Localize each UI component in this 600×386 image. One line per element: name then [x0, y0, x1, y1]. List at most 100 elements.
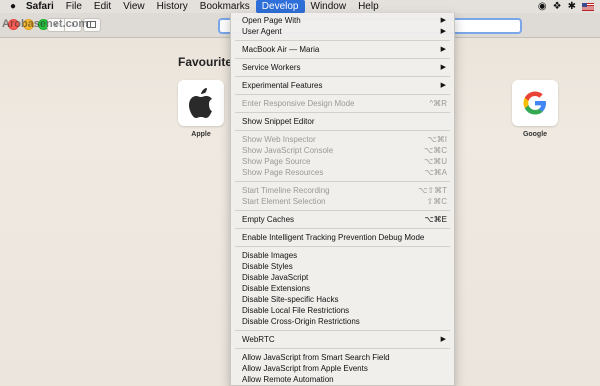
- menu-separator: [235, 130, 450, 131]
- menu-item-shortcut: ⌥⌘I: [427, 135, 447, 144]
- menu-item-disable-styles[interactable]: Disable Styles: [231, 261, 454, 272]
- menu-edit[interactable]: Edit: [88, 0, 117, 13]
- menu-separator: [235, 228, 450, 229]
- menu-item-label: Enter Responsive Design Mode: [242, 99, 355, 108]
- menu-develop[interactable]: Develop: [255, 0, 305, 13]
- menu-item-label: Disable Cross-Origin Restrictions: [242, 317, 360, 326]
- submenu-arrow-icon: ▶: [440, 82, 446, 89]
- menu-item-label: Disable Styles: [242, 262, 293, 271]
- menu-item-show-page-resources: Show Page Resources ⌥⌘A: [231, 167, 454, 178]
- menu-item-disable-images[interactable]: Disable Images: [231, 250, 454, 261]
- menu-separator: [235, 210, 450, 211]
- menu-item-label: Disable Local File Restrictions: [242, 306, 350, 315]
- bluetooth-icon[interactable]: ✱: [568, 1, 576, 13]
- favourite-label-apple: Apple: [191, 131, 211, 138]
- menu-separator: [235, 94, 450, 95]
- menu-item-shortcut: ⌥⇧⌘T: [418, 186, 447, 195]
- menu-window[interactable]: Window: [305, 0, 353, 13]
- menu-item-enter-responsive-design-mode: Enter Responsive Design Mode ^⌘R: [231, 98, 454, 109]
- menu-help[interactable]: Help: [352, 0, 385, 13]
- menu-separator: [235, 181, 450, 182]
- menu-item-label: Open Page With: [242, 16, 301, 25]
- develop-menu-dropdown: Open Page With ▶ User Agent ▶ MacBook Air — …: [230, 13, 455, 386]
- menu-item-experimental-features[interactable]: Experimental Features ▶: [231, 80, 454, 91]
- menu-item-label: WebRTC: [242, 335, 275, 344]
- menu-item-label: Disable JavaScript: [242, 273, 309, 282]
- menu-item-enable-intelligent-tracking-prevention-debug-mode[interactable]: Enable Intelligent Tracking Prevention D…: [231, 232, 454, 243]
- menu-item-label: Start Timeline Recording: [242, 186, 330, 195]
- menu-history[interactable]: History: [151, 0, 194, 13]
- menu-item-label: Allow Remote Automation: [242, 375, 334, 384]
- record-icon[interactable]: ◉: [538, 1, 547, 13]
- menu-item-disable-local-file-restrictions[interactable]: Disable Local File Restrictions: [231, 305, 454, 316]
- favourite-tile-apple[interactable]: [178, 80, 224, 126]
- menu-item-show-web-inspector: Show Web Inspector ⌥⌘I: [231, 134, 454, 145]
- menu-separator: [235, 330, 450, 331]
- menu-item-macbook-air-maria[interactable]: MacBook Air — Maria ▶: [231, 44, 454, 55]
- menu-item-shortcut: ^⌘R: [429, 99, 447, 108]
- dropbox-icon[interactable]: ❖: [553, 1, 562, 13]
- menu-item-label: Show Page Source: [242, 157, 311, 166]
- submenu-arrow-icon: ▶: [440, 28, 446, 35]
- menu-item-label: MacBook Air — Maria: [242, 45, 320, 54]
- menu-item-label: Empty Caches: [242, 215, 295, 224]
- menu-item-disable-javascript[interactable]: Disable JavaScript: [231, 272, 454, 283]
- google-logo-icon: [523, 91, 546, 115]
- menu-bar: ● Safari File Edit View History Bookmark…: [0, 0, 600, 14]
- menu-item-user-agent[interactable]: User Agent ▶: [231, 26, 454, 37]
- menu-separator: [235, 76, 450, 77]
- menu-item-label: Disable Images: [242, 251, 298, 260]
- submenu-arrow-icon: ▶: [440, 336, 446, 343]
- favourite-label-google: Google: [522, 131, 548, 138]
- menu-item-disable-extensions[interactable]: Disable Extensions: [231, 283, 454, 294]
- menu-item-shortcut: ⌥⌘C: [424, 146, 447, 155]
- menu-file[interactable]: File: [60, 0, 88, 13]
- menu-item-label: Show Page Resources: [242, 168, 324, 177]
- menu-item-shortcut: ⇧⌘C: [426, 197, 447, 206]
- menu-item-label: Enable Intelligent Tracking Prevention D…: [242, 233, 425, 242]
- menu-item-label: Allow JavaScript from Apple Events: [242, 364, 368, 373]
- favourites-title: Favourite: [178, 55, 233, 69]
- favourite-tile-google[interactable]: [512, 80, 558, 126]
- menu-item-start-timeline-recording: Start Timeline Recording ⌥⇧⌘T: [231, 185, 454, 196]
- menu-item-shortcut: ⌥⌘U: [424, 157, 447, 166]
- apple-logo-icon: [189, 88, 212, 118]
- menu-item-show-javascript-console: Show JavaScript Console ⌥⌘C: [231, 145, 454, 156]
- apple-menu-icon[interactable]: ●: [6, 1, 20, 12]
- menu-item-label: Disable Extensions: [242, 284, 311, 293]
- us-flag-icon[interactable]: [582, 2, 594, 11]
- submenu-arrow-icon: ▶: [440, 64, 446, 71]
- menu-item-open-page-with[interactable]: Open Page With ▶: [231, 15, 454, 26]
- watermark-text: Arobasenet.com: [2, 18, 89, 30]
- menu-item-service-workers[interactable]: Service Workers ▶: [231, 62, 454, 73]
- submenu-arrow-icon: ▶: [440, 46, 446, 53]
- menu-item-label: Show JavaScript Console: [242, 146, 334, 155]
- menu-item-allow-javascript-from-smart-search-field[interactable]: Allow JavaScript from Smart Search Field: [231, 352, 454, 363]
- menu-item-label: Disable Site-specific Hacks: [242, 295, 339, 304]
- menu-bookmarks[interactable]: Bookmarks: [194, 0, 256, 13]
- menu-item-label: Show Web Inspector: [242, 135, 316, 144]
- menu-item-allow-javascript-from-apple-events[interactable]: Allow JavaScript from Apple Events: [231, 363, 454, 374]
- menu-item-disable-cross-origin-restrictions[interactable]: Disable Cross-Origin Restrictions: [231, 316, 454, 327]
- menu-app-name[interactable]: Safari: [20, 0, 60, 13]
- menu-separator: [235, 348, 450, 349]
- menu-item-label: Start Element Selection: [242, 197, 326, 206]
- menu-item-webrtc[interactable]: WebRTC ▶: [231, 334, 454, 345]
- menu-item-show-snippet-editor[interactable]: Show Snippet Editor: [231, 116, 454, 127]
- menu-item-disable-site-specific-hacks[interactable]: Disable Site-specific Hacks: [231, 294, 454, 305]
- menu-item-shortcut: ⌥⌘E: [424, 215, 447, 224]
- menu-item-allow-remote-automation[interactable]: Allow Remote Automation: [231, 374, 454, 385]
- menu-item-start-element-selection: Start Element Selection ⇧⌘C: [231, 196, 454, 207]
- menu-separator: [235, 246, 450, 247]
- menu-item-label: Service Workers: [242, 63, 301, 72]
- menu-item-empty-caches[interactable]: Empty Caches ⌥⌘E: [231, 214, 454, 225]
- menu-item-label: User Agent: [242, 27, 282, 36]
- menu-item-label: Allow JavaScript from Smart Search Field: [242, 353, 390, 362]
- menu-separator: [235, 112, 450, 113]
- menu-item-shortcut: ⌥⌘A: [424, 168, 447, 177]
- menu-item-show-page-source: Show Page Source ⌥⌘U: [231, 156, 454, 167]
- submenu-arrow-icon: ▶: [440, 17, 446, 24]
- status-icons: ◉ ❖ ✱: [538, 1, 594, 13]
- menu-view[interactable]: View: [117, 0, 151, 13]
- menu-separator: [235, 58, 450, 59]
